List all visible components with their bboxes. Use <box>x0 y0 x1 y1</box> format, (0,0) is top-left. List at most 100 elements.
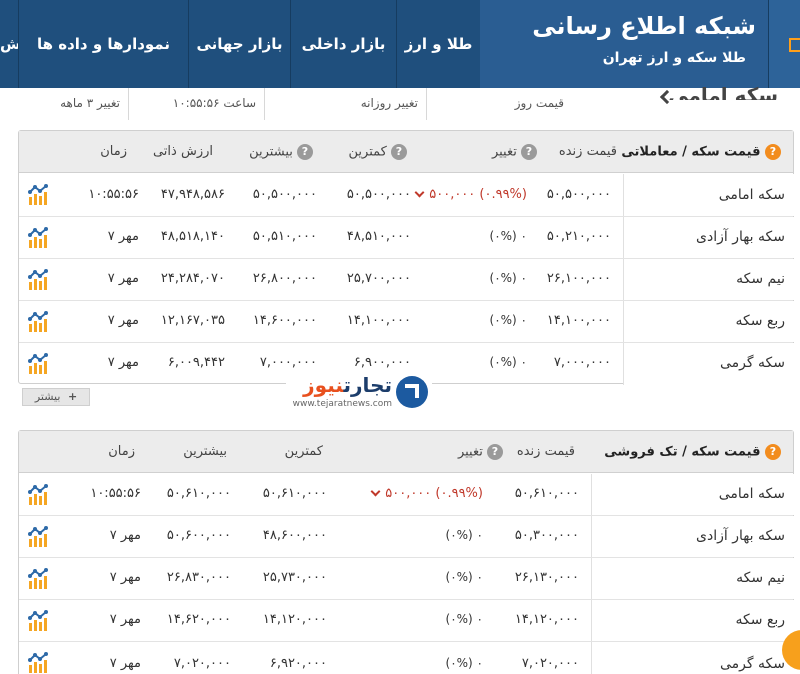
bar-chart-icon[interactable] <box>27 227 51 249</box>
time-value: ۷ مهر <box>107 355 139 370</box>
nav-item-gold-currency[interactable]: طلا و ارز <box>396 0 480 88</box>
table-row[interactable]: نیم سکه ۲۶,۱۳۰,۰۰۰ (۰%) ۰ ۲۵,۷۳۰,۰۰۰ ۲۶,… <box>19 558 795 600</box>
nav-item-clipped[interactable]: ش <box>0 0 18 88</box>
table-row[interactable]: سکه امامی ۵۰,۵۰۰,۰۰۰ ۵۰۰,۰۰۰ (۰.۹۹%) ۵۰,… <box>19 174 795 217</box>
bar-chart-icon[interactable] <box>27 568 51 590</box>
nav-item-global-market[interactable]: بازار جهانی <box>188 0 290 88</box>
high-value: ۵۰,۶۱۰,۰۰۰ <box>166 486 231 501</box>
nav-item-domestic-market[interactable]: بازار داخلی <box>290 0 396 88</box>
live-price: ۵۰,۵۰۰,۰۰۰ <box>546 187 611 202</box>
low-value: ۵۰,۶۱۰,۰۰۰ <box>262 486 327 501</box>
bar-chart-icon[interactable] <box>27 269 51 291</box>
col-time: زمان <box>108 444 135 459</box>
three-month-change-cell: تغییر ۳ ماهه <box>60 96 120 110</box>
question-icon[interactable]: ? <box>765 444 781 460</box>
tejarat-news-watermark: تجارتنیوز www.tejaratnews.com <box>286 372 432 414</box>
change-value: (۰%) ۰ <box>445 656 483 670</box>
coin-name-cell: نیم سکه <box>591 558 795 599</box>
question-icon[interactable]: ? <box>487 444 503 460</box>
bar-chart-icon[interactable] <box>27 652 51 674</box>
live-price: ۱۴,۱۰۰,۰۰۰ <box>546 313 611 328</box>
table-row[interactable]: ربع سکه ۱۴,۱۰۰,۰۰۰ (۰%) ۰ ۱۴,۱۰۰,۰۰۰ ۱۴,… <box>19 301 795 343</box>
brand-logo[interactable]: شبکه اطلاع رسانی طلا سکه و ارز تهران <box>480 0 768 88</box>
time-value: ۷ مهر <box>109 570 141 585</box>
col-change: تغییر ? <box>492 144 537 160</box>
table-row[interactable]: سکه بهار آزادی ۵۰,۲۱۰,۰۰۰ (۰%) ۰ ۴۸,۵۱۰,… <box>19 217 795 259</box>
daily-change-cell: تغییر روزانه <box>264 88 426 120</box>
col-high: بیشترین ? <box>249 144 313 160</box>
col-change: تغییر ? <box>458 444 503 460</box>
coin-name-cell: سکه گرمی <box>623 343 795 385</box>
bar-chart-icon[interactable] <box>27 311 51 333</box>
more-button[interactable]: بیشتر + <box>22 388 90 406</box>
coin-name-cell: ربع سکه <box>591 600 795 641</box>
coin-trading-table: قیمت سکه / معاملاتی ? قیمت زنده تغییر ? … <box>18 130 795 385</box>
high-value: ۱۴,۶۲۰,۰۰۰ <box>166 612 231 627</box>
watermark-url: www.tejaratnews.com <box>292 399 392 409</box>
change-value: (۰%) ۰ <box>445 612 483 626</box>
intrinsic-value: ۴۸,۵۱۸,۱۴۰ <box>160 229 225 244</box>
coin-name-cell: سکه گرمی <box>591 642 795 674</box>
high-value: ۷,۰۰۰,۰۰۰ <box>259 355 317 370</box>
col-low: کمترین <box>284 444 323 459</box>
change-value: (۰%) ۰ <box>445 528 483 542</box>
watermark-brand: تجارتنیوز <box>303 373 392 397</box>
bar-chart-icon[interactable] <box>27 353 51 375</box>
page-title: سکه امامی <box>668 83 778 100</box>
table-row[interactable]: سکه بهار آزادی ۵۰,۳۰۰,۰۰۰ (۰%) ۰ ۴۸,۶۰۰,… <box>19 516 795 558</box>
bar-chart-icon[interactable] <box>27 526 51 548</box>
bar-chart-icon[interactable] <box>27 610 51 632</box>
question-icon[interactable]: ? <box>521 144 537 160</box>
coin-name-cell: سکه بهار آزادی <box>591 516 795 557</box>
intrinsic-value: ۱۲,۱۶۷,۰۳۵ <box>160 313 225 328</box>
col-high: بیشترین <box>183 444 227 459</box>
question-icon[interactable]: ? <box>391 144 407 160</box>
coin-name-cell: نیم سکه <box>623 259 795 300</box>
col-intrinsic: ارزش ذاتی <box>152 144 213 159</box>
live-price: ۵۰,۳۰۰,۰۰۰ <box>514 528 579 543</box>
low-value: ۲۵,۷۳۰,۰۰۰ <box>262 570 327 585</box>
chevron-down-icon <box>414 187 425 198</box>
menu-toggle[interactable] <box>768 0 800 88</box>
coin-name-cell: ربع سکه <box>623 301 795 342</box>
intrinsic-value: ۲۴,۲۸۴,۰۷۰ <box>160 271 225 286</box>
live-price: ۲۶,۱۰۰,۰۰۰ <box>546 271 611 286</box>
table-title: قیمت سکه / معاملاتی ? <box>621 144 781 160</box>
high-value: ۵۰,۶۰۰,۰۰۰ <box>166 528 231 543</box>
time-value: ۱۰:۵۵:۵۶ <box>88 187 139 202</box>
low-value: ۶,۹۰۰,۰۰۰ <box>353 355 411 370</box>
bar-chart-icon[interactable] <box>27 484 51 506</box>
table-header: قیمت سکه / تک فروشی ? قیمت زنده تغییر ? … <box>19 431 793 473</box>
high-value: ۵۰,۵۰۰,۰۰۰ <box>252 187 317 202</box>
change-value: (۰%) ۰ <box>489 229 527 243</box>
high-value: ۱۴,۶۰۰,۰۰۰ <box>252 313 317 328</box>
low-value: ۴۸,۶۰۰,۰۰۰ <box>262 528 327 543</box>
coin-name-cell: سکه بهار آزادی <box>623 217 795 258</box>
low-value: ۲۵,۷۰۰,۰۰۰ <box>346 271 411 286</box>
time-value: ۷ مهر <box>107 313 139 328</box>
table-row[interactable]: نیم سکه ۲۶,۱۰۰,۰۰۰ (۰%) ۰ ۲۵,۷۰۰,۰۰۰ ۲۶,… <box>19 259 795 301</box>
nav-item-charts-data[interactable]: نمودارها و داده ها <box>18 0 188 88</box>
question-icon[interactable]: ? <box>765 144 781 160</box>
table-row[interactable]: سکه امامی ۵۰,۶۱۰,۰۰۰ ۵۰۰,۰۰۰ (۰.۹۹%) ۵۰,… <box>19 474 795 516</box>
low-value: ۵۰,۵۰۰,۰۰۰ <box>346 187 411 202</box>
live-price: ۱۴,۱۲۰,۰۰۰ <box>514 612 579 627</box>
time-cell: ساعت ۱۰:۵۵:۵۶ <box>128 88 264 120</box>
table-row[interactable]: سکه گرمی ۷,۰۲۰,۰۰۰ (۰%) ۰ ۶,۹۲۰,۰۰۰ ۷,۰۲… <box>19 642 795 674</box>
time-value: ۱۰:۵۵:۵۶ <box>90 486 141 501</box>
coin-name-cell: سکه امامی <box>591 474 795 515</box>
time-value: ۷ مهر <box>107 271 139 286</box>
live-price: ۲۶,۱۳۰,۰۰۰ <box>514 570 579 585</box>
low-value: ۴۸,۵۱۰,۰۰۰ <box>346 229 411 244</box>
bar-chart-icon[interactable] <box>27 184 51 206</box>
summary-strip: تغییر ۳ ماهه ساعت ۱۰:۵۵:۵۶ تغییر روزانه … <box>0 83 800 120</box>
intrinsic-value: ۶,۰۰۹,۴۴۲ <box>167 355 225 370</box>
time-value: ۷ مهر <box>109 528 141 543</box>
time-value: ۷ مهر <box>109 656 141 671</box>
table-row[interactable]: ربع سکه ۱۴,۱۲۰,۰۰۰ (۰%) ۰ ۱۴,۱۲۰,۰۰۰ ۱۴,… <box>19 600 795 642</box>
high-value: ۲۶,۸۰۰,۰۰۰ <box>252 271 317 286</box>
low-value: ۱۴,۱۲۰,۰۰۰ <box>262 612 327 627</box>
question-icon[interactable]: ? <box>297 144 313 160</box>
table-title: قیمت سکه / تک فروشی ? <box>604 444 781 460</box>
change-value: (۰%) ۰ <box>489 313 527 327</box>
